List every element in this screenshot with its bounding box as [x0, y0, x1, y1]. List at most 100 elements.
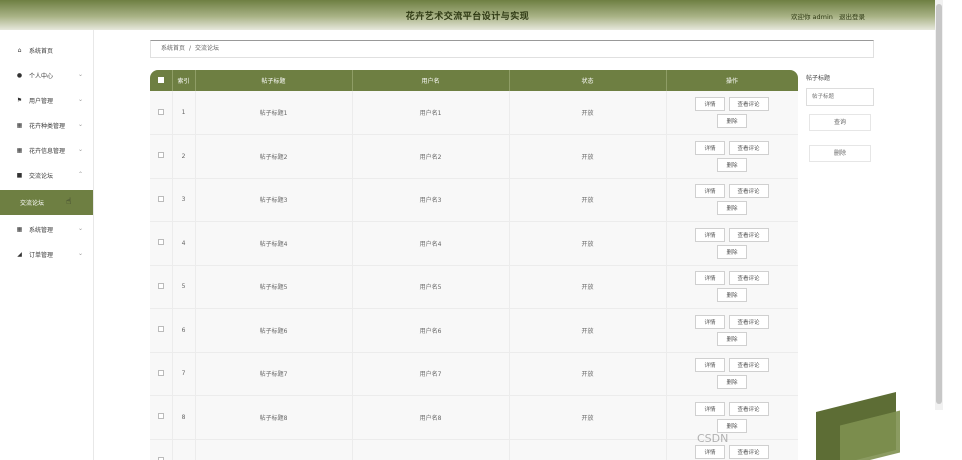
select-all-header[interactable] [150, 70, 173, 91]
detail-button[interactable]: 详情 [695, 314, 725, 329]
row-title: 帖子标题6 [195, 308, 353, 353]
row-select-cell[interactable] [150, 134, 173, 179]
detail-button[interactable]: 详情 [695, 445, 725, 460]
person-icon: ● [16, 72, 23, 79]
row-checkbox[interactable] [157, 326, 164, 333]
row-select-cell[interactable] [150, 308, 173, 353]
select-all-checkbox[interactable] [157, 76, 164, 83]
row-select-cell[interactable] [150, 178, 173, 222]
delete-button[interactable]: 删除 [717, 331, 747, 346]
delete-button[interactable]: 删除 [717, 114, 747, 128]
logout-link[interactable]: 退出登录 [839, 13, 865, 21]
row-user: 用户名6 [352, 308, 510, 353]
sidebar-item-label: 交流论坛 [29, 173, 54, 180]
row-actions: 详情查看评论删除 [666, 91, 798, 135]
delete-button[interactable]: 删除 [717, 157, 747, 172]
row-select-cell[interactable] [150, 439, 173, 460]
row-actions: 详情查看评论删除 [666, 395, 798, 440]
breadcrumb-home[interactable]: 系统首页 [161, 45, 185, 52]
detail-button[interactable]: 详情 [695, 358, 725, 373]
action-buttons: 详情查看评论删除 [667, 401, 798, 433]
row-title: 帖子标题4 [195, 221, 353, 266]
delete-button[interactable]: 删除 [717, 244, 747, 259]
delete-button[interactable]: 删除 [717, 288, 747, 303]
forum-table-container: 索引 帖子标题 用户名 状态 操作 1 帖子标题1 用户名1 开放 详情 查看评论 删除 2 帖… [150, 70, 798, 460]
row-select-cell[interactable] [150, 352, 173, 396]
sidebar-item[interactable]: ▦ 花卉信息管理 ⌄ [0, 138, 93, 163]
table-row: 6 帖子标题6 用户名6 开放 详情 查看评论 删除 [150, 308, 798, 353]
row-index: 4 [172, 221, 196, 266]
sidebar-item[interactable]: ◢ 订单管理 ⌄ [0, 242, 93, 267]
delete-button[interactable]: 删除 [717, 375, 747, 390]
sidebar-item-label: 用户管理 [29, 98, 54, 105]
chevron-down-icon: ⌄ [77, 96, 83, 103]
sidebar-item[interactable]: ⌂ 系统首页 [0, 38, 93, 63]
sidebar-item[interactable]: ■ 交流论坛 ⌃ [0, 163, 93, 188]
chevron-down-icon: ⌄ [77, 121, 83, 128]
row-checkbox[interactable] [157, 108, 164, 115]
column-header-status: 状态 [509, 70, 667, 91]
breadcrumb-separator: / [189, 45, 192, 52]
chevron-down-icon: ⌄ [77, 225, 83, 232]
row-title: 帖子标题1 [195, 91, 353, 135]
sidebar-item[interactable]: ▦ 花卉种类管理 ⌄ [0, 113, 93, 138]
view-comments-button[interactable]: 查看评论 [728, 184, 769, 199]
delete-button[interactable]: 删除 [717, 418, 747, 433]
row-title [195, 439, 353, 460]
row-checkbox[interactable] [157, 369, 164, 376]
row-select-cell[interactable] [150, 395, 173, 440]
row-user [352, 439, 510, 460]
row-select-cell[interactable] [150, 265, 173, 309]
view-comments-button[interactable]: 查看评论 [728, 445, 769, 460]
row-user: 用户名7 [352, 352, 510, 396]
table-row: 2 帖子标题2 用户名2 开放 详情 查看评论 删除 [150, 134, 798, 179]
page-scrollbar[interactable] [935, 0, 943, 410]
view-comments-button[interactable]: 查看评论 [728, 227, 769, 242]
sidebar-item[interactable]: ● 个人中心 ⌄ [0, 63, 93, 88]
row-checkbox[interactable] [157, 195, 164, 202]
cart-icon: ◢ [17, 251, 22, 258]
row-index: 8 [172, 395, 196, 440]
search-label: 帖子标题 [806, 75, 831, 82]
row-index: 5 [172, 265, 196, 309]
row-status [509, 439, 667, 460]
detail-button[interactable]: 详情 [695, 227, 725, 242]
view-comments-button[interactable]: 查看评论 [728, 97, 769, 111]
sidebar-item[interactable]: ⚑ 用户管理 ⌄ [0, 88, 93, 113]
action-buttons: 详情查看评论删除 [667, 314, 798, 346]
delete-button[interactable]: 删除 [717, 201, 747, 216]
row-title: 帖子标题5 [195, 265, 353, 309]
action-buttons: 详情查看评论删除 [667, 140, 798, 172]
row-select-cell[interactable] [150, 221, 173, 266]
view-comments-button[interactable]: 查看评论 [728, 401, 769, 416]
detail-button[interactable]: 详情 [695, 401, 725, 416]
table-row: 7 帖子标题7 用户名7 开放 详情 查看评论 删除 [150, 352, 798, 396]
detail-button[interactable]: 详情 [695, 140, 725, 155]
row-checkbox[interactable] [157, 239, 164, 246]
search-button[interactable]: 查询 [809, 114, 871, 131]
sidebar-item-label: 系统管理 [29, 227, 54, 234]
grid-icon: ▦ [16, 226, 23, 233]
row-index: 3 [172, 178, 196, 222]
view-comments-button[interactable]: 查看评论 [728, 314, 769, 329]
scrollbar-thumb[interactable] [936, 4, 942, 404]
detail-button[interactable]: 详情 [695, 271, 725, 286]
detail-button[interactable]: 详情 [695, 184, 725, 199]
view-comments-button[interactable]: 查看评论 [728, 271, 769, 286]
detail-button[interactable]: 详情 [695, 97, 725, 111]
row-user: 用户名1 [352, 91, 510, 135]
row-select-cell[interactable] [150, 91, 173, 135]
top-header: 花卉艺术交流平台设计与实现 欢迎你 admin 退出登录 [0, 0, 935, 30]
sidebar-item[interactable]: ▦ 系统管理 ⌄ [0, 217, 93, 242]
view-comments-button[interactable]: 查看评论 [728, 358, 769, 373]
row-checkbox[interactable] [157, 413, 164, 420]
title-search-input[interactable] [806, 88, 874, 106]
view-comments-button[interactable]: 查看评论 [728, 140, 769, 155]
sidebar-item[interactable]: 交流论坛 ☝ [0, 190, 93, 215]
chevron-down-icon: ⌄ [77, 250, 83, 257]
row-index: 2 [172, 134, 196, 179]
row-checkbox[interactable] [157, 152, 164, 159]
batch-delete-button[interactable]: 删除 [809, 145, 871, 162]
row-actions: 详情查看评论删除 [666, 134, 798, 179]
row-checkbox[interactable] [157, 282, 164, 289]
